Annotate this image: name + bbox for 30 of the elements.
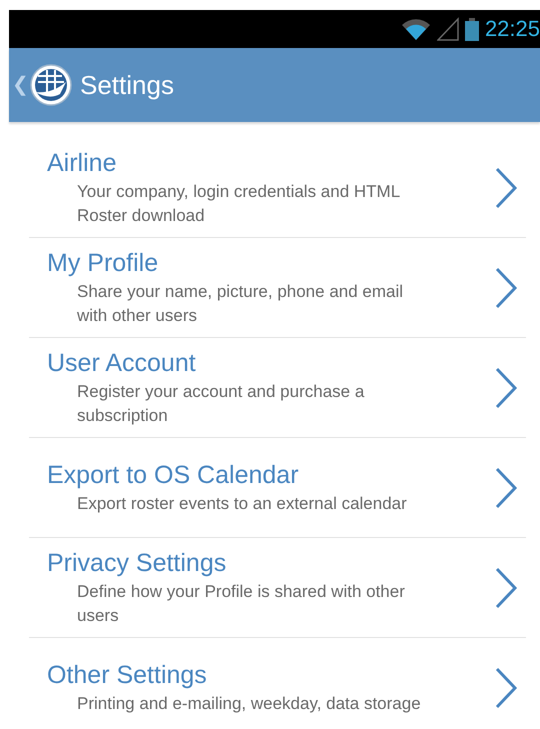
battery-icon: [464, 17, 479, 41]
item-title: Other Settings: [47, 660, 208, 690]
item-description: Define how your Profile is shared with other users: [76, 580, 406, 626]
item-title: Airline: [47, 148, 118, 178]
item-description: Your company, login credentials and HTML Roster download: [76, 180, 401, 226]
signal-icon: [436, 17, 459, 41]
settings-item[interactable]: My Profile Share your name, picture, phone and email with other users: [29, 238, 526, 338]
item-title: Privacy Settings: [47, 548, 228, 578]
item-description: Printing and e-mailing, weekday, data storage: [76, 693, 422, 715]
screen-title: Settings: [80, 68, 174, 102]
chevron-right-icon: [494, 166, 518, 208]
item-title: User Account: [47, 348, 197, 378]
chevron-right-icon: [494, 266, 518, 308]
settings-item[interactable]: Other Settings Printing and e-mailing, weekday, data storage: [29, 638, 526, 729]
item-description: Share your name, picture, phone and email with other users: [76, 280, 404, 326]
chevron-right-icon: [494, 366, 518, 408]
chevron-right-icon: [494, 466, 518, 508]
clock: 22:25: [484, 18, 540, 40]
chevron-right-icon: [494, 566, 518, 608]
settings-item[interactable]: Privacy Settings Define how your Profile is shared with other users: [29, 538, 526, 638]
globe-icon: [30, 64, 72, 106]
settings-item[interactable]: Airline Your company, login credentials and HTML Roster download: [29, 138, 526, 238]
settings-item[interactable]: Export to OS Calendar Export roster events to an external calendar: [29, 438, 526, 538]
wifi-icon: [400, 17, 431, 41]
chevron-right-icon: [494, 667, 518, 709]
item-description: Register your account and purchase a subscription: [76, 380, 366, 426]
item-description: Export roster events to an external calendar: [76, 492, 408, 514]
item-title: Export to OS Calendar: [47, 460, 300, 490]
item-title: My Profile: [47, 248, 160, 278]
settings-item[interactable]: User Account Register your account and purchase a subscription: [29, 338, 526, 438]
